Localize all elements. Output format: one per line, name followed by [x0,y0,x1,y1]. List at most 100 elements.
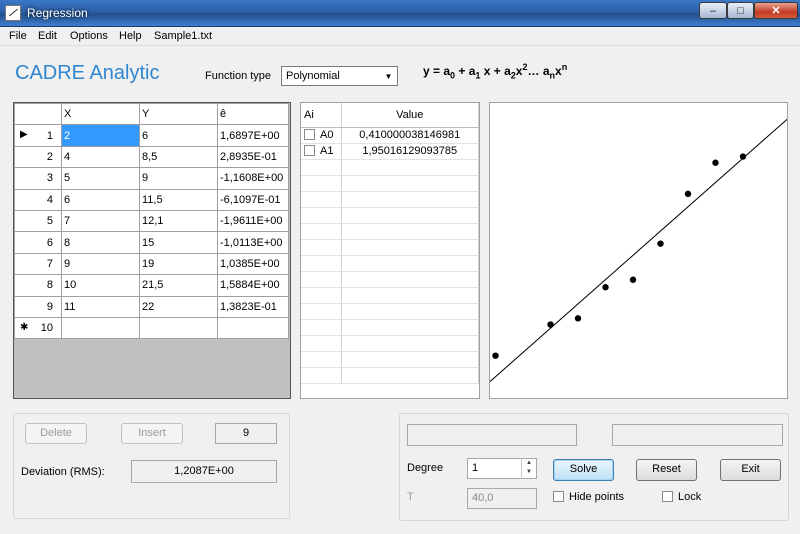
new-row[interactable]: ✱ 10 [14,316,289,340]
table-row[interactable]: 2 4 8,5 2,8935E-01 [14,145,289,169]
column-header-residual[interactable]: ê [217,102,289,126]
cell-y[interactable]: 22 [139,295,218,318]
minimize-button[interactable]: – [699,2,727,19]
cell-x[interactable]: 10 [61,274,140,297]
empty-cell [301,255,342,272]
coefficient-name-cell[interactable]: A1 [301,143,342,160]
empty-row [301,175,479,192]
row-header[interactable]: 5 [14,209,62,233]
coefficient-checkbox[interactable] [304,129,315,140]
table-row[interactable]: ▶ 1 2 6 1,6897E+00 [14,124,289,147]
new-cell[interactable] [61,316,140,340]
cell-residual[interactable]: -6,1097E-01 [217,188,289,211]
cell-residual[interactable]: 1,3823E-01 [217,295,289,318]
cell-y[interactable]: 19 [139,252,218,276]
empty-cell [301,271,342,288]
cell-x[interactable]: 11 [61,295,140,318]
row-header[interactable]: 3 [14,167,62,190]
hide-points-checkbox[interactable]: Hide points [553,491,624,503]
cell-residual[interactable]: 1,6897E+00 [217,124,289,147]
hide-points-checkbox-box[interactable] [553,491,564,502]
reset-button[interactable]: Reset [636,459,697,481]
row-header[interactable]: 2 [14,145,62,169]
close-button[interactable]: ✕ [754,2,798,19]
table-row[interactable]: 4 6 11,5 -6,1097E-01 [14,188,289,211]
cell-x[interactable]: 7 [61,209,140,233]
coefficient-checkbox[interactable] [304,145,315,156]
cell-residual[interactable]: 2,8935E-01 [217,145,289,169]
row-header[interactable]: 9 [14,295,62,318]
empty-row [301,351,479,368]
empty-cell [301,335,342,352]
cell-residual[interactable]: -1,0113E+00 [217,231,289,254]
cell-y[interactable]: 9 [139,167,218,190]
table-row[interactable]: 5 7 12,1 -1,9611E+00 [14,209,289,233]
row-header[interactable]: ▶ 1 [14,124,62,147]
cell-x[interactable]: 6 [61,188,140,211]
coefficients-grid[interactable]: Ai Value A0 0,410000038146981 A1 1,95016129… [300,102,480,399]
coefficient-row[interactable]: A1 1,95016129093785 [301,143,479,160]
row-header[interactable]: 6 [14,231,62,254]
data-point [547,321,554,328]
cell-x[interactable]: 4 [61,145,140,169]
table-row[interactable]: 7 9 19 1,0385E+00 [14,252,289,276]
function-type-select[interactable]: Polynomial ▼ [281,66,398,86]
insert-button[interactable]: Insert [121,423,183,444]
cell-x[interactable]: 8 [61,231,140,254]
solve-button[interactable]: Solve [553,459,614,481]
function-type-value: Polynomial [286,70,340,82]
coefficient-value[interactable]: 0,410000038146981 [341,127,479,144]
coefficient-value[interactable]: 1,95016129093785 [341,143,479,160]
lock-checkbox[interactable]: Lock [662,491,701,503]
new-cell[interactable] [139,316,218,340]
column-header-x[interactable]: X [61,102,140,126]
cell-residual[interactable]: 1,5884E+00 [217,274,289,297]
maximize-button[interactable]: □ [727,2,754,19]
coefficient-row[interactable]: A0 0,410000038146981 [301,127,479,144]
row-header[interactable]: ✱ 10 [14,316,62,340]
data-grid[interactable]: X Y ê ▶ 1 2 6 1,6897E+00 2 4 8,5 2,8935E-01 3 5 9 -1… [13,102,291,399]
degree-stepper[interactable]: 1 ▲ ▼ [467,458,537,479]
column-header-y[interactable]: Y [139,102,218,126]
cell-x[interactable]: 5 [61,167,140,190]
cell-y[interactable]: 8,5 [139,145,218,169]
table-row[interactable]: 3 5 9 -1,1608E+00 [14,167,289,190]
row-header[interactable]: 8 [14,274,62,297]
exit-button[interactable]: Exit [720,459,781,481]
spin-down-icon[interactable]: ▼ [522,468,536,477]
menu-file-name[interactable]: Sample1.txt [154,30,212,42]
lock-checkbox-box[interactable] [662,491,673,502]
cell-residual[interactable]: 1,0385E+00 [217,252,289,276]
menu-options[interactable]: Options [70,30,108,42]
spin-up-icon[interactable]: ▲ [522,459,536,468]
cell-x[interactable]: 2 [61,124,140,147]
empty-cell [341,255,479,272]
cell-y[interactable]: 12,1 [139,209,218,233]
cell-y[interactable]: 21,5 [139,274,218,297]
cell-y[interactable]: 15 [139,231,218,254]
degree-spinner[interactable]: ▲ ▼ [521,459,536,479]
coefficient-name-cell[interactable]: A0 [301,127,342,144]
menu-help[interactable]: Help [119,30,142,42]
dropdown-arrow-icon[interactable]: ▼ [380,67,397,85]
row-number: 3 [46,172,53,185]
row-header[interactable]: 4 [14,188,62,211]
cell-residual[interactable]: -1,1608E+00 [217,167,289,190]
table-row[interactable]: 8 10 21,5 1,5884E+00 [14,274,289,297]
row-number: 5 [46,215,53,228]
row-header[interactable]: 7 [14,252,62,276]
table-row[interactable]: 9 11 22 1,3823E-01 [14,295,289,318]
delete-button[interactable]: Delete [25,423,87,444]
cell-residual[interactable]: -1,9611E+00 [217,209,289,233]
menu-edit[interactable]: Edit [38,30,57,42]
cell-y[interactable]: 6 [139,124,218,147]
column-header-ai[interactable]: Ai [301,103,342,128]
point-count-field: 9 [215,423,277,444]
cell-y[interactable]: 11,5 [139,188,218,211]
new-cell[interactable] [217,316,289,340]
menu-file[interactable]: File [9,30,27,42]
table-row[interactable]: 6 8 15 -1,0113E+00 [14,231,289,254]
column-header-value[interactable]: Value [341,103,479,128]
cell-x[interactable]: 9 [61,252,140,276]
empty-cell [341,367,479,384]
